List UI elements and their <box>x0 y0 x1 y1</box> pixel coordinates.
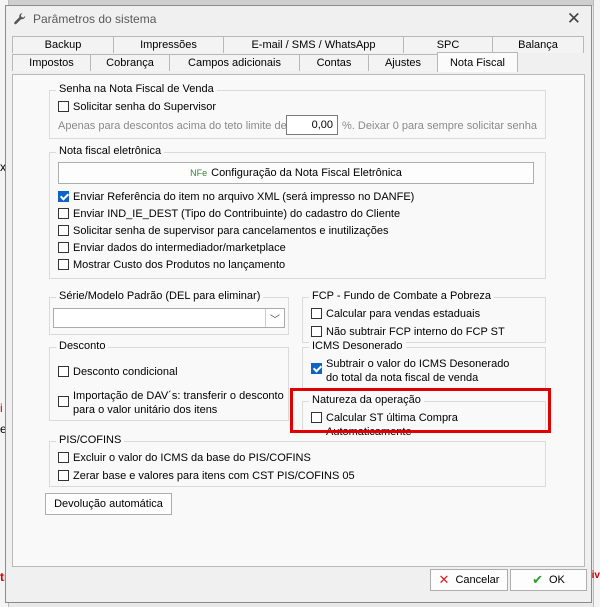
icms-option-line1: Subtrair o valor do ICMS Desonerado <box>326 358 510 370</box>
tab-spc[interactable]: SPC <box>403 36 493 53</box>
tab-row-2: Impostos Cobrança Campos adicionais Cont… <box>12 52 518 72</box>
tab-contas[interactable]: Contas <box>299 54 369 71</box>
window-title: Parâmetros do sistema <box>33 12 157 26</box>
icms-group-title: ICMS Desonerado <box>309 340 406 352</box>
tab-row-1: Backup Impressões E-mail / SMS / WhatsAp… <box>12 36 584 53</box>
nfe-option[interactable]: Solicitar senha de supervisor para cance… <box>58 224 389 238</box>
nfe-option[interactable]: Mostrar Custo dos Produtos no lançamento <box>58 258 285 272</box>
fcp-group-title: FCP - Fundo de Combate a Pobreza <box>309 290 494 302</box>
serie-group-title: Série/Modelo Padrão (DEL para eliminar) <box>56 290 264 302</box>
desconto-option-checkbox[interactable] <box>58 366 69 377</box>
desconto-group-title: Desconto <box>56 340 109 352</box>
tab-balanca[interactable]: Balança <box>492 36 584 53</box>
fcp-option-label: Calcular para vendas estaduais <box>326 308 481 320</box>
nfe-option-checkbox[interactable] <box>58 208 69 219</box>
ok-label: OK <box>549 574 565 586</box>
fcp-group: FCP - Fundo de Combate a Pobreza Calcula… <box>302 290 546 343</box>
nfe-config-button[interactable]: NFe Configuração da Nota Fiscal Eletrôni… <box>58 162 534 184</box>
nfe-option[interactable]: Enviar Referência do item no arquivo XML… <box>58 190 414 204</box>
senha-supervisor-label: Solicitar senha do Supervisor <box>73 101 217 113</box>
nfe-group-title: Nota fiscal eletrônica <box>56 145 165 157</box>
tab-impressoes[interactable]: Impressões <box>113 36 224 53</box>
desconto-option-line2: para o valor unitário dos itens <box>73 404 218 416</box>
senha-group: Senha na Nota Fiscal de Venda Solicitar … <box>49 83 546 139</box>
serie-select[interactable]: ﹀ <box>53 308 285 328</box>
senha-supervisor-checkbox[interactable] <box>58 101 69 112</box>
tab-backup[interactable]: Backup <box>12 36 114 53</box>
pis-option-label: Zerar base e valores para itens com CST … <box>73 470 355 482</box>
tab-nota-fiscal[interactable]: Nota Fiscal <box>437 52 518 72</box>
desconto-option-label: Importação de DAV´s: transferir o descon… <box>73 389 284 417</box>
nfe-icon: NFe <box>190 168 208 178</box>
icms-group: ICMS Desonerado Subtrair o valor do ICMS… <box>302 340 546 389</box>
pis-cofins-group: PIS/COFINS Excluir o valor do ICMS da ba… <box>49 434 546 487</box>
nfe-option-checkbox[interactable] <box>58 225 69 236</box>
fcp-option[interactable]: Calcular para vendas estaduais <box>311 307 480 321</box>
background-fragment: i <box>0 401 3 415</box>
icms-option-checkbox[interactable] <box>311 363 322 374</box>
nfe-option[interactable]: Enviar dados do intermediador/marketplac… <box>58 241 286 255</box>
senha-group-title: Senha na Nota Fiscal de Venda <box>56 83 217 95</box>
desconto-option[interactable]: Importação de DAV´s: transferir o descon… <box>58 389 284 417</box>
pis-option[interactable]: Zerar base e valores para itens com CST … <box>58 469 355 483</box>
nfe-option-label: Enviar IND_IE_DEST (Tipo do Contribuinte… <box>73 208 401 220</box>
ok-button[interactable]: ✔ OK <box>510 569 587 591</box>
nfe-option-label: Enviar Referência do item no arquivo XML… <box>73 191 415 203</box>
limit-prefix-label: Apenas para descontos acima do teto limi… <box>58 120 290 132</box>
tab-campos-adicionais[interactable]: Campos adicionais <box>169 54 300 71</box>
pis-cofins-group-title: PIS/COFINS <box>56 434 125 446</box>
icms-option-label: Subtrair o valor do ICMS Desonerado do t… <box>326 357 509 385</box>
background-right-edge <box>593 0 600 607</box>
nfe-option-label: Enviar dados do intermediador/marketplac… <box>73 242 286 254</box>
nfe-option-checkbox[interactable] <box>58 259 69 270</box>
desconto-option-label: Desconto condicional <box>73 366 178 378</box>
tab-ajustes[interactable]: Ajustes <box>368 54 438 71</box>
desconto-group: Desconto Desconto condicional Importação… <box>49 340 289 421</box>
nota-fiscal-panel: Senha na Nota Fiscal de Venda Solicitar … <box>12 74 585 567</box>
cancel-x-icon: ✕ <box>438 572 450 587</box>
nfe-option[interactable]: Enviar IND_IE_DEST (Tipo do Contribuinte… <box>58 207 400 221</box>
pis-option-checkbox[interactable] <box>58 452 69 463</box>
icms-option-line2: do total da nota fiscal de venda <box>326 372 479 384</box>
fcp-option-label: Não subtrair FCP interno do FCP ST <box>326 326 505 338</box>
pis-option[interactable]: Excluir o valor do ICMS da base do PIS/C… <box>58 451 311 465</box>
highlight-box <box>290 388 551 433</box>
senha-supervisor-option[interactable]: Solicitar senha do Supervisor <box>58 100 216 114</box>
pis-option-checkbox[interactable] <box>58 470 69 481</box>
serie-group: Série/Modelo Padrão (DEL para eliminar) … <box>49 290 289 335</box>
close-icon[interactable]: ✕ <box>567 9 581 29</box>
desconto-option[interactable]: Desconto condicional <box>58 365 178 379</box>
desconto-option-checkbox[interactable] <box>58 396 69 407</box>
devolucao-automatica-button[interactable]: Devolução automática <box>45 493 172 515</box>
nfe-group: Nota fiscal eletrônica NFe Configuração … <box>49 145 546 279</box>
cancel-button[interactable]: ✕ Cancelar <box>430 569 508 591</box>
fcp-option-checkbox[interactable] <box>311 326 322 337</box>
system-parameters-dialog: Parâmetros do sistema ✕ Backup Impressõe… <box>5 5 592 603</box>
limit-suffix-label: %. Deixar 0 para sempre solicitar senha <box>342 120 538 132</box>
desconto-option-line1: Importação de DAV´s: transferir o descon… <box>73 390 284 402</box>
icms-option[interactable]: Subtrair o valor do ICMS Desonerado do t… <box>311 357 509 385</box>
pis-option-label: Excluir o valor do ICMS da base do PIS/C… <box>73 452 311 464</box>
title-bar: Parâmetros do sistema ✕ <box>6 6 591 32</box>
tab-impostos[interactable]: Impostos <box>12 54 91 71</box>
check-icon: ✔ <box>532 572 543 587</box>
tab-cobranca[interactable]: Cobrança <box>90 54 170 71</box>
tab-email-sms-whatsapp[interactable]: E-mail / SMS / WhatsApp <box>223 36 404 53</box>
cancel-label: Cancelar <box>455 574 500 586</box>
nfe-option-checkbox[interactable] <box>58 191 69 202</box>
nfe-option-label: Solicitar senha de supervisor para cance… <box>73 225 389 237</box>
fcp-option[interactable]: Não subtrair FCP interno do FCP ST <box>311 325 505 339</box>
nfe-option-checkbox[interactable] <box>58 242 69 253</box>
nfe-config-label: Configuração da Nota Fiscal Eletrônica <box>211 167 402 179</box>
nfe-option-label: Mostrar Custo dos Produtos no lançamento <box>73 259 286 271</box>
fcp-option-checkbox[interactable] <box>311 308 322 319</box>
limit-value-input[interactable]: 0,00 <box>286 115 338 135</box>
wrench-icon <box>14 13 26 25</box>
chevron-down-icon[interactable]: ﹀ <box>265 309 284 327</box>
